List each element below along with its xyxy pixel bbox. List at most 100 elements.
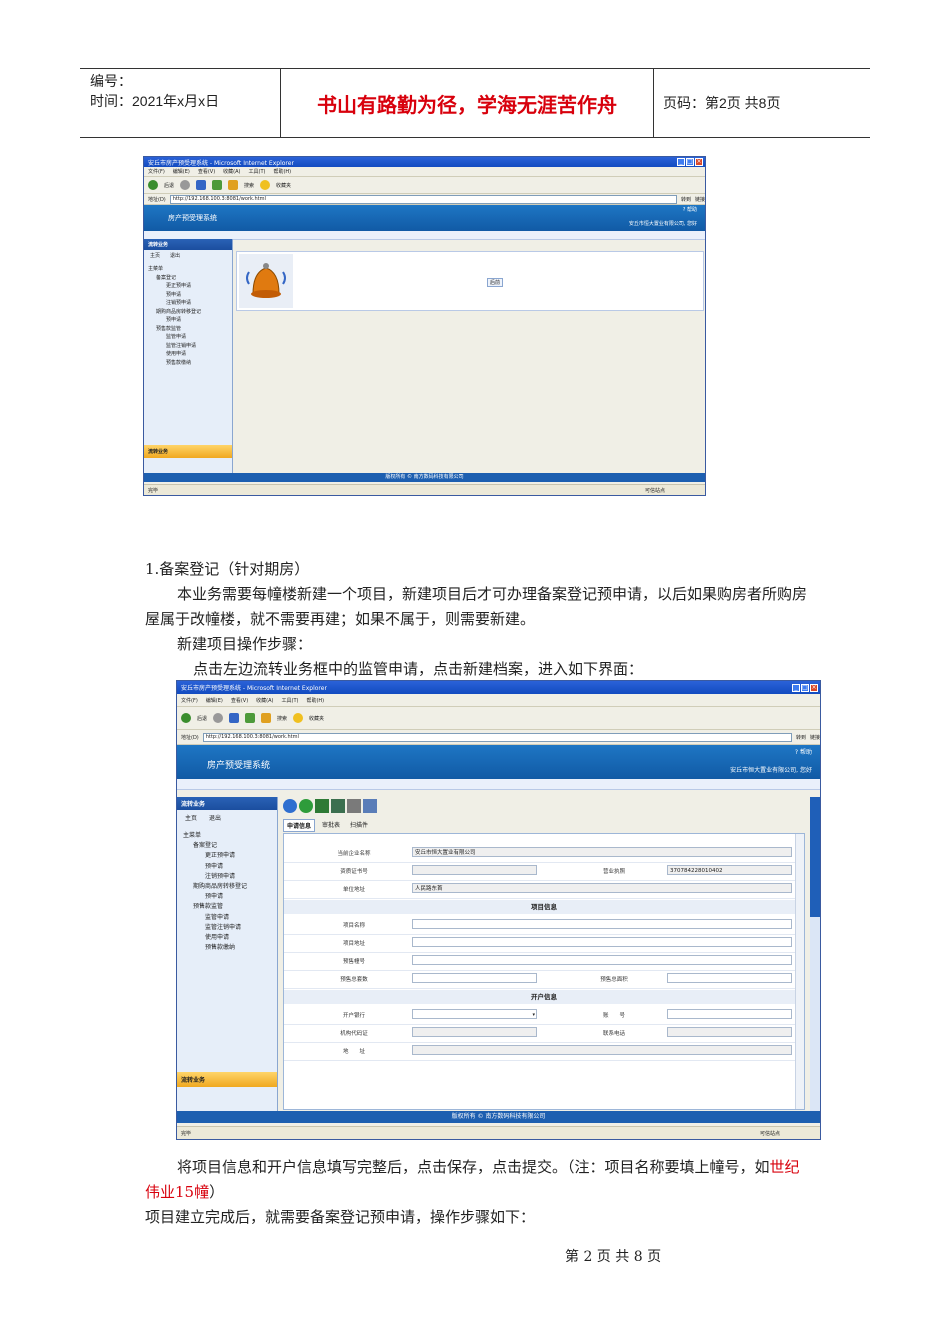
org-code-input[interactable] bbox=[412, 1027, 537, 1037]
exit-link[interactable]: 退出 bbox=[170, 252, 180, 259]
menu-favorites[interactable]: 收藏(A) bbox=[223, 168, 240, 175]
menu-file[interactable]: 文件(F) bbox=[148, 168, 165, 175]
scroll-thumb[interactable] bbox=[810, 797, 820, 917]
address-input[interactable]: http://192.168.100.3:8081/work.html bbox=[202, 732, 792, 742]
menu-favorites[interactable]: 收藏(A) bbox=[256, 697, 273, 704]
account-input[interactable] bbox=[667, 1009, 792, 1019]
help-link[interactable]: ? 帮助 bbox=[683, 206, 697, 213]
home-link[interactable]: 主页 bbox=[185, 813, 197, 822]
tab-apply-info[interactable]: 申请信息 bbox=[283, 819, 316, 832]
menu-edit[interactable]: 编辑(E) bbox=[173, 168, 190, 175]
tree-item-supervise-cancel[interactable]: 监管注销申请 bbox=[148, 342, 228, 351]
close-icon[interactable]: × bbox=[810, 683, 818, 692]
save-icon[interactable] bbox=[315, 799, 329, 813]
search-label[interactable]: 搜索 bbox=[277, 715, 287, 722]
tree-item-root[interactable]: 主菜单 bbox=[148, 265, 228, 274]
tree-item-root[interactable]: 主菜单 bbox=[183, 831, 271, 841]
menu-view[interactable]: 查看(V) bbox=[198, 168, 215, 175]
back-label[interactable]: 后退 bbox=[197, 715, 207, 722]
sidebar-bottom-tab[interactable]: 流转业务 bbox=[144, 445, 232, 458]
tree-item-supervise[interactable]: 预售款监管 bbox=[183, 902, 271, 912]
menu-file[interactable]: 文件(F) bbox=[181, 697, 198, 704]
minimize-icon[interactable]: _ bbox=[677, 158, 685, 166]
minimize-icon[interactable]: _ bbox=[792, 683, 800, 692]
tab-scans[interactable]: 扫描件 bbox=[347, 819, 371, 832]
tree-item-cancel[interactable]: 注销预申请 bbox=[148, 299, 228, 308]
home-icon[interactable] bbox=[261, 713, 272, 723]
tree-item-pay[interactable]: 预售款缴纳 bbox=[148, 359, 228, 368]
tree-item-use[interactable]: 使用申请 bbox=[183, 933, 271, 943]
stop-icon[interactable] bbox=[196, 180, 207, 190]
menu-help[interactable]: 帮助(H) bbox=[273, 168, 291, 175]
tree-item-cancel[interactable]: 注销预申请 bbox=[183, 872, 271, 882]
cert-field[interactable] bbox=[412, 865, 537, 875]
tree-item-transfer-pre[interactable]: 预申请 bbox=[148, 316, 228, 325]
refresh-icon[interactable] bbox=[212, 180, 223, 190]
tree-item-pay[interactable]: 预售款缴纳 bbox=[183, 943, 271, 953]
back-arrow-icon[interactable] bbox=[283, 799, 297, 813]
tree-item-record[interactable]: 备案登记 bbox=[183, 841, 271, 851]
enterprise-field[interactable]: 安丘市恒大置业有限公司 bbox=[412, 847, 792, 857]
print-icon[interactable] bbox=[347, 799, 361, 813]
phone-input[interactable] bbox=[667, 1027, 792, 1037]
restore-icon[interactable]: □ bbox=[801, 683, 809, 692]
sidebar-bottom-tab[interactable]: 流转业务 bbox=[177, 1072, 277, 1087]
tree-item-use[interactable]: 使用申请 bbox=[148, 350, 228, 359]
area-input[interactable] bbox=[667, 973, 792, 983]
up-arrow-icon[interactable] bbox=[299, 799, 313, 813]
project-name-input[interactable] bbox=[412, 919, 792, 929]
search-label[interactable]: 搜索 bbox=[244, 182, 254, 189]
forward-icon[interactable] bbox=[180, 180, 191, 190]
units-input[interactable] bbox=[412, 973, 537, 983]
links-label[interactable]: 链接 bbox=[695, 196, 705, 203]
exit-link[interactable]: 退出 bbox=[209, 813, 221, 822]
bank-select[interactable]: ▾ bbox=[412, 1009, 537, 1019]
tree-item-pre[interactable]: 预申请 bbox=[183, 862, 271, 872]
building-input[interactable] bbox=[412, 955, 792, 965]
favorites-icon[interactable] bbox=[260, 180, 271, 190]
back-icon[interactable] bbox=[181, 713, 191, 723]
refresh-icon[interactable] bbox=[245, 713, 256, 723]
page-scrollbar[interactable] bbox=[810, 797, 820, 1111]
tree-item-supervise-apply[interactable]: 监管申请 bbox=[183, 913, 271, 923]
tree-item-supervise[interactable]: 预售款监管 bbox=[148, 325, 228, 334]
camera-icon[interactable] bbox=[331, 799, 345, 813]
menu-help[interactable]: 帮助(H) bbox=[306, 697, 324, 704]
tree-item-transfer[interactable]: 期购商品房转移登记 bbox=[183, 882, 271, 892]
form-scrollbar[interactable] bbox=[795, 834, 804, 1109]
back-label[interactable]: 后退 bbox=[164, 182, 174, 189]
tree-item-record[interactable]: 备案登记 bbox=[148, 274, 228, 283]
edit-icon[interactable] bbox=[363, 799, 377, 813]
forward-icon[interactable] bbox=[213, 713, 224, 723]
back-button[interactable]: 后前 bbox=[487, 278, 504, 287]
close-icon[interactable]: × bbox=[695, 158, 703, 166]
menu-edit[interactable]: 编辑(E) bbox=[206, 697, 223, 704]
home-link[interactable]: 主页 bbox=[150, 252, 160, 259]
address-field[interactable]: 人民路东首 bbox=[412, 883, 792, 893]
bank-addr-input[interactable] bbox=[412, 1045, 792, 1055]
tree-item-correct[interactable]: 更正预申请 bbox=[183, 851, 271, 861]
menu-tools[interactable]: 工具(T) bbox=[249, 168, 266, 175]
project-addr-input[interactable] bbox=[412, 937, 792, 947]
help-link[interactable]: ? 帮助 bbox=[795, 747, 812, 756]
favorites-icon[interactable] bbox=[293, 713, 304, 723]
license-field[interactable]: 370784228010402 bbox=[667, 865, 792, 875]
tab-approval[interactable]: 审批表 bbox=[319, 819, 343, 832]
back-icon[interactable] bbox=[148, 180, 158, 190]
favorites-label[interactable]: 收藏夹 bbox=[276, 182, 291, 189]
favorites-label[interactable]: 收藏夹 bbox=[309, 715, 324, 722]
tree-item-transfer-pre[interactable]: 预申请 bbox=[183, 892, 271, 902]
tree-item-transfer[interactable]: 期购商品房转移登记 bbox=[148, 308, 228, 317]
tree-item-pre[interactable]: 预申请 bbox=[148, 291, 228, 300]
menu-tools[interactable]: 工具(T) bbox=[282, 697, 299, 704]
stop-icon[interactable] bbox=[229, 713, 240, 723]
tree-item-correct[interactable]: 更正预申请 bbox=[148, 282, 228, 291]
address-input[interactable]: http://192.168.100.3:8081/work.html bbox=[169, 194, 677, 204]
menu-view[interactable]: 查看(V) bbox=[231, 697, 248, 704]
tree-item-supervise-apply[interactable]: 监管申请 bbox=[148, 333, 228, 342]
tree-item-supervise-cancel[interactable]: 监管注销申请 bbox=[183, 923, 271, 933]
go-button[interactable]: 转到 bbox=[681, 196, 691, 203]
go-button[interactable]: 转到 bbox=[796, 734, 806, 741]
home-icon[interactable] bbox=[228, 180, 239, 190]
restore-icon[interactable]: □ bbox=[686, 158, 694, 166]
